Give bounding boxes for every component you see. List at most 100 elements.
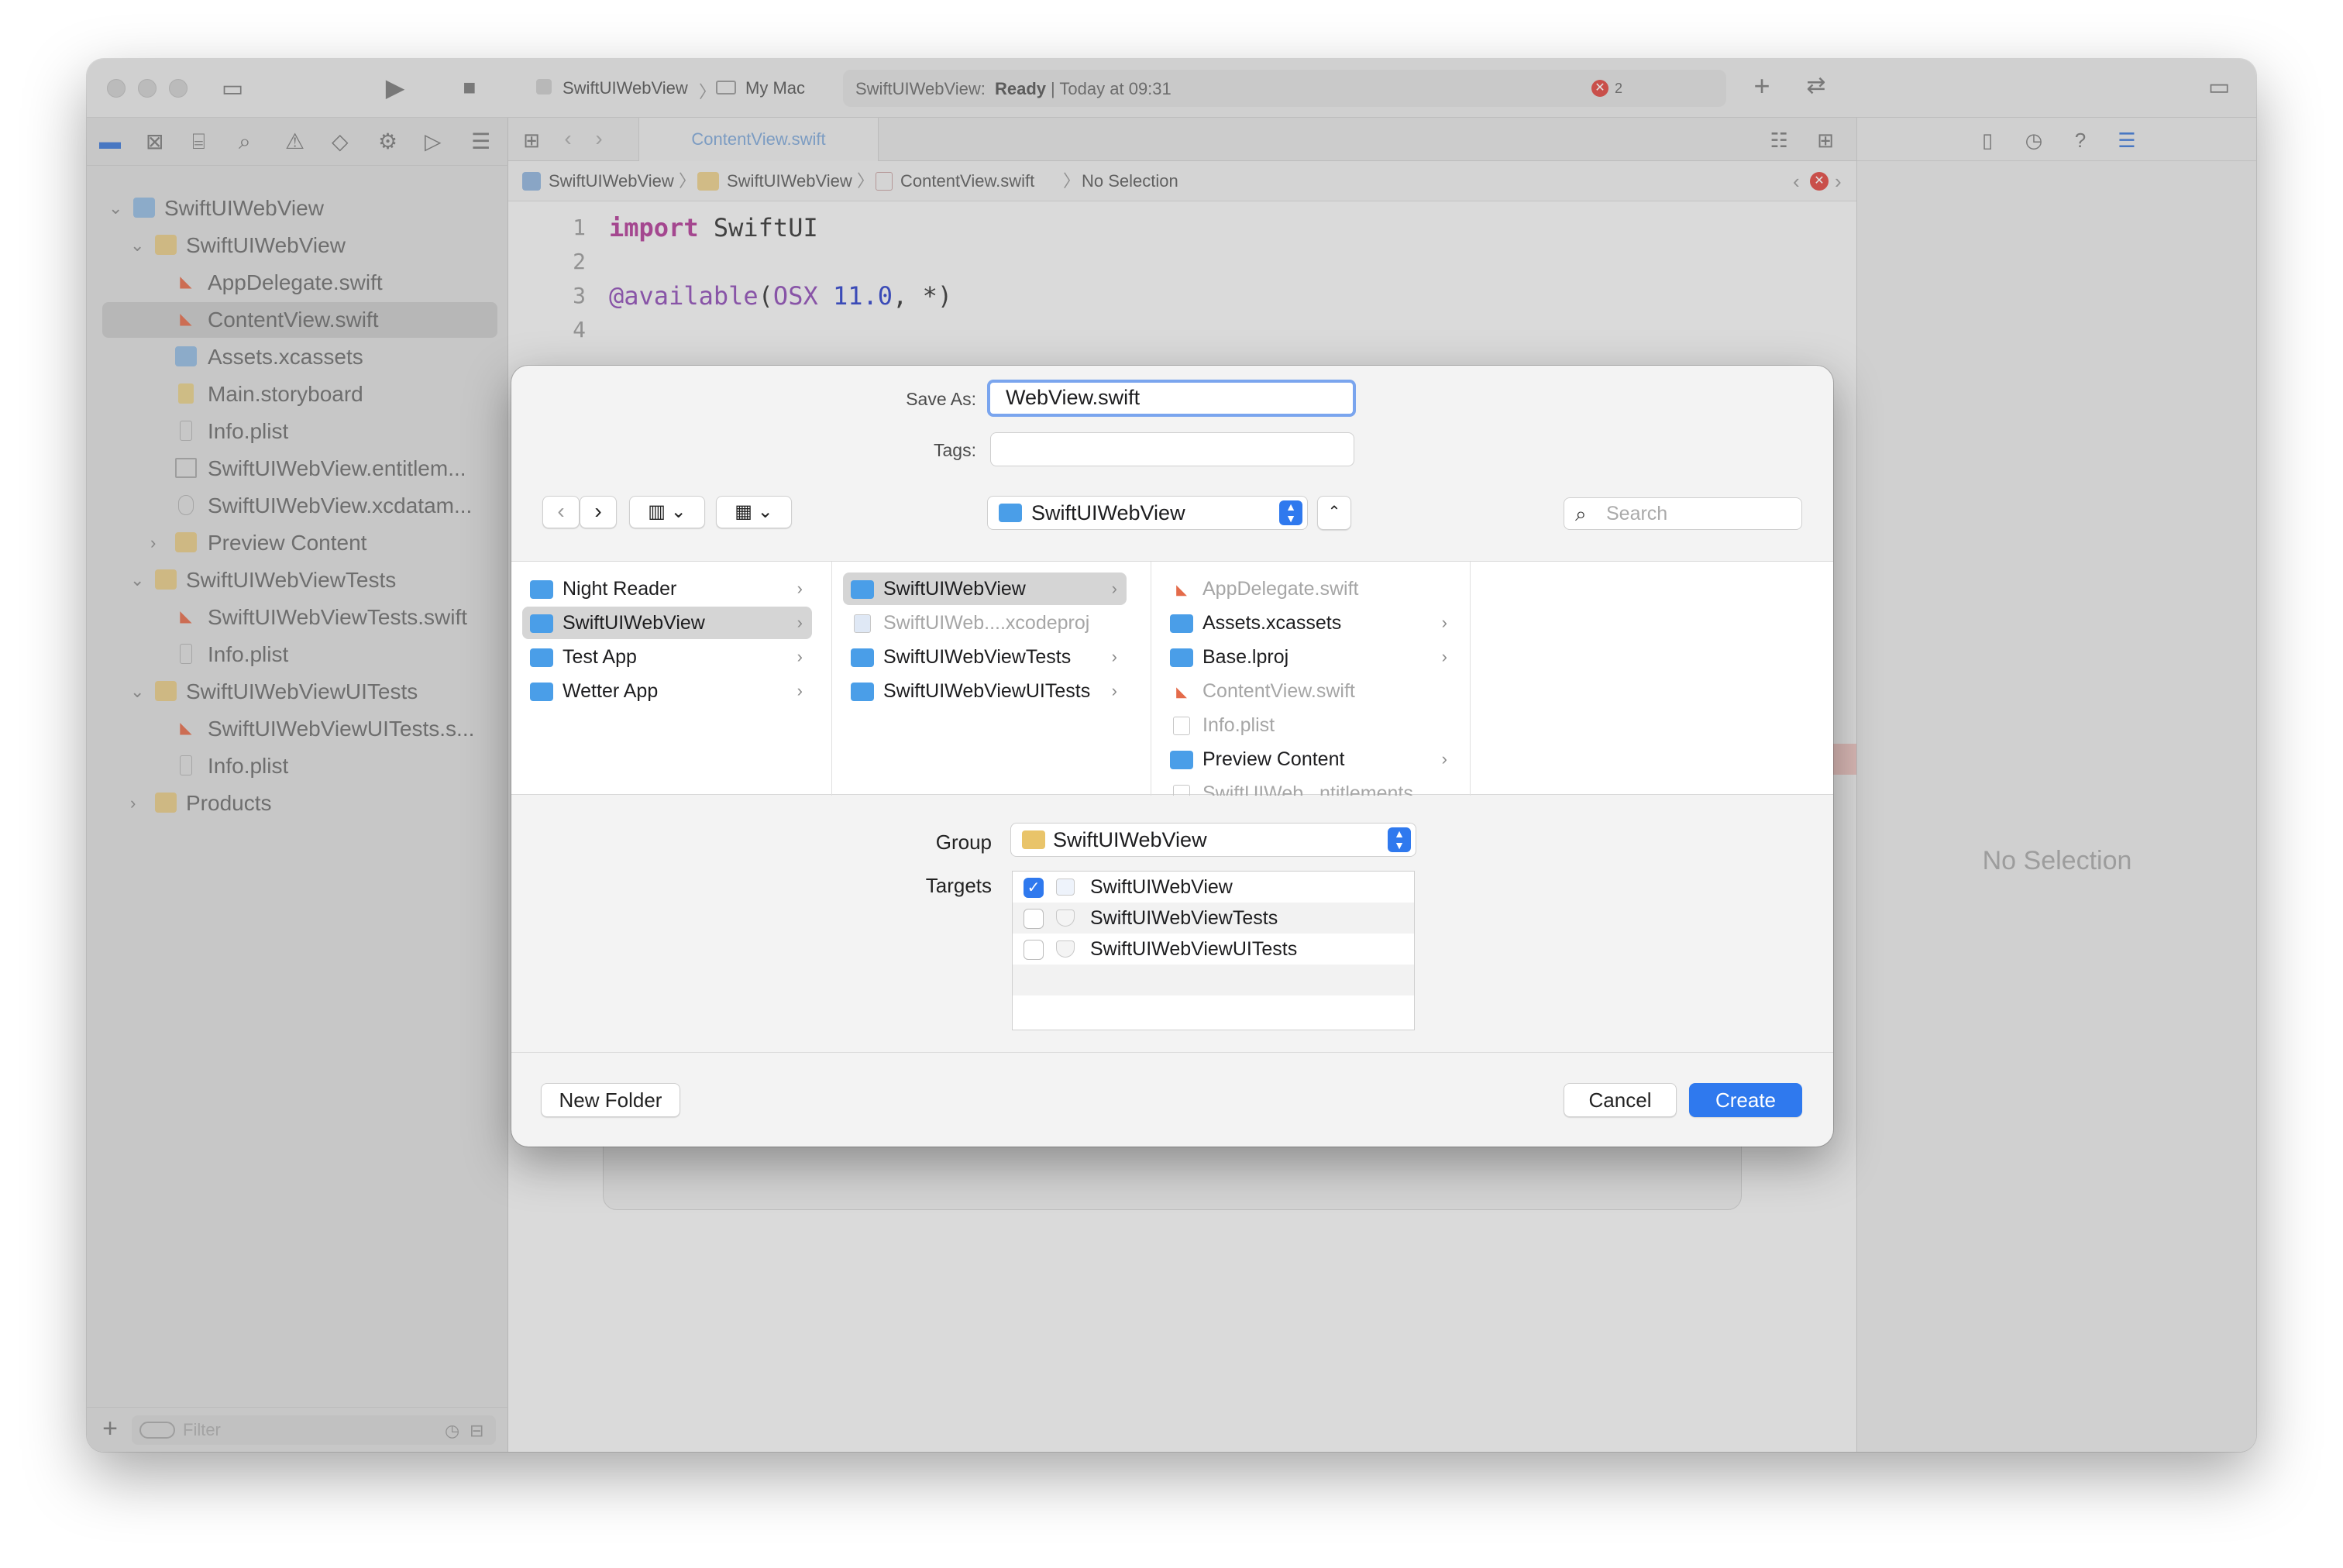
forward-button[interactable]: ›: [580, 496, 617, 528]
new-folder-button[interactable]: New Folder: [541, 1083, 680, 1117]
browser-item-label: ContentView.swift: [1202, 680, 1355, 702]
folder-icon: [530, 683, 553, 701]
folder-icon: [851, 648, 874, 667]
folder-icon: [851, 683, 874, 701]
location-value: SwiftUIWebView: [1031, 501, 1185, 524]
group-items-button[interactable]: ▦ ⌄: [716, 496, 792, 528]
test-target-icon: [1056, 940, 1075, 958]
group-value: SwiftUIWebView: [1053, 828, 1207, 851]
browser-item-label: SwiftUIWebViewTests: [883, 646, 1072, 668]
folder-icon: [1022, 830, 1045, 849]
search-field[interactable]: ⌕ Search: [1564, 497, 1802, 530]
search-icon: ⌕: [1575, 502, 1587, 525]
browser-item-label: Assets.xcassets: [1202, 612, 1342, 634]
chevron-right-icon: ›: [1111, 681, 1117, 700]
browser-item-disabled: Info.plist: [1162, 709, 1457, 741]
browser-item[interactable]: SwiftUIWebViewUITests ›: [843, 675, 1127, 707]
chevron-right-icon: ›: [1441, 613, 1447, 632]
target-label: SwiftUIWebView: [1090, 876, 1233, 898]
browser-item[interactable]: Preview Content ›: [1162, 743, 1457, 775]
chevron-right-icon: ›: [796, 647, 803, 666]
target-row[interactable]: SwiftUIWebViewTests: [1013, 903, 1414, 934]
browser-item[interactable]: Test App ›: [522, 641, 812, 673]
browser-column-3: ◣ AppDelegate.swift Assets.xcassets › Base…: [1151, 562, 1471, 796]
browser-item[interactable]: Wetter App ›: [522, 675, 812, 707]
browser-item-disabled: ◣ ContentView.swift: [1162, 675, 1457, 707]
browser-item-disabled: SwiftUIWeb...ntitlements: [1162, 777, 1457, 796]
group-popup[interactable]: SwiftUIWebView ▲ ▼: [1010, 823, 1416, 857]
folder-icon: [1170, 751, 1193, 769]
browser-item-selected[interactable]: SwiftUIWebView ›: [522, 607, 812, 639]
target-row-empty: [1013, 965, 1414, 995]
browser-item-disabled: ◣ AppDelegate.swift: [1162, 573, 1457, 605]
swift-file-icon: ◣: [1176, 582, 1187, 597]
save-as-label: Save As:: [906, 389, 976, 409]
chevron-right-icon: ›: [796, 579, 803, 598]
expand-dialog-button[interactable]: ⌃: [1317, 496, 1351, 530]
folder-icon: [851, 580, 874, 599]
browser-column-4: [1471, 562, 1833, 796]
checkbox-checked[interactable]: ✓: [1024, 878, 1044, 898]
xcodeproj-icon: [854, 614, 871, 633]
checkbox-unchecked[interactable]: [1024, 909, 1044, 929]
chevron-right-icon: ›: [796, 681, 803, 700]
browser-item-label: SwiftUIWeb....xcodeproj: [883, 612, 1090, 634]
save-dialog: Save As: WebView.swift Tags: ‹ › ▥ ⌄ ▦ ⌄…: [511, 366, 1833, 1147]
browser-item-selected[interactable]: SwiftUIWebView ›: [843, 573, 1127, 605]
popup-stepper-icon: ▲ ▼: [1388, 827, 1411, 852]
tags-label: Tags:: [934, 440, 976, 460]
folder-icon: [999, 504, 1022, 522]
target-row[interactable]: ✓ SwiftUIWebView: [1013, 872, 1414, 903]
browser-item-label: Night Reader: [563, 578, 677, 600]
browser-item-label: Test App: [563, 646, 637, 668]
browser-item-label: SwiftUIWebViewUITests: [883, 680, 1091, 702]
browser-item-label: SwiftUIWeb...ntitlements: [1202, 782, 1413, 796]
entitlements-icon: [1173, 785, 1190, 796]
target-row[interactable]: SwiftUIWebViewUITests: [1013, 934, 1414, 965]
browser-column-1: Night Reader › SwiftUIWebView › Test App › …: [511, 562, 832, 796]
browser-column-2: SwiftUIWebView › SwiftUIWeb....xcodeproj …: [832, 562, 1151, 796]
create-button[interactable]: Create: [1689, 1083, 1802, 1117]
back-button[interactable]: ‹: [542, 496, 580, 528]
group-label: Group: [935, 830, 992, 854]
browser-item-label: SwiftUIWebView: [883, 578, 1026, 600]
target-label: SwiftUIWebViewTests: [1090, 907, 1278, 929]
browser-item-disabled: SwiftUIWeb....xcodeproj: [843, 607, 1127, 639]
browser-item-label: Base.lproj: [1202, 646, 1289, 668]
test-target-icon: [1056, 910, 1075, 927]
view-mode-button[interactable]: ▥ ⌄: [629, 496, 705, 528]
swift-file-icon: ◣: [1176, 684, 1187, 700]
folder-icon: [530, 580, 553, 599]
chevron-right-icon: ›: [1111, 647, 1117, 666]
browser-item[interactable]: Assets.xcassets ›: [1162, 607, 1457, 639]
location-popup[interactable]: SwiftUIWebView ▲ ▼: [987, 496, 1308, 530]
chevron-right-icon: ›: [1441, 749, 1447, 769]
tags-field[interactable]: [990, 432, 1354, 466]
browser-item-label: Info.plist: [1202, 714, 1275, 736]
checkbox-unchecked[interactable]: [1024, 940, 1044, 960]
browser-item[interactable]: SwiftUIWebViewTests ›: [843, 641, 1127, 673]
folder-icon: [530, 648, 553, 667]
browser-item-label: Preview Content: [1202, 748, 1345, 770]
folder-icon: [1170, 648, 1193, 667]
save-as-field[interactable]: WebView.swift: [987, 380, 1356, 417]
chevron-right-icon: ›: [1441, 647, 1447, 666]
browser-item[interactable]: Base.lproj ›: [1162, 641, 1457, 673]
folder-icon: [1170, 614, 1193, 633]
search-placeholder: Search: [1606, 503, 1668, 524]
footer-divider: [511, 1052, 1833, 1053]
browser-item-label: Wetter App: [563, 680, 659, 702]
browser-item-label: SwiftUIWebView: [563, 612, 705, 634]
popup-stepper-icon: ▲ ▼: [1279, 500, 1302, 525]
cancel-button[interactable]: Cancel: [1564, 1083, 1677, 1117]
browser-item-label: AppDelegate.swift: [1202, 578, 1359, 600]
target-label: SwiftUIWebViewUITests: [1090, 938, 1298, 960]
targets-list: ✓ SwiftUIWebView SwiftUIWebViewTests Swi…: [1012, 871, 1415, 1030]
folder-icon: [530, 614, 553, 633]
chevron-right-icon: ›: [1111, 579, 1117, 598]
file-browser: Night Reader › SwiftUIWebView › Test App › …: [511, 561, 1833, 796]
plist-icon: [1173, 717, 1190, 735]
browser-item[interactable]: Night Reader ›: [522, 573, 812, 605]
targets-label: Targets: [925, 874, 992, 897]
chevron-right-icon: ›: [796, 613, 803, 632]
